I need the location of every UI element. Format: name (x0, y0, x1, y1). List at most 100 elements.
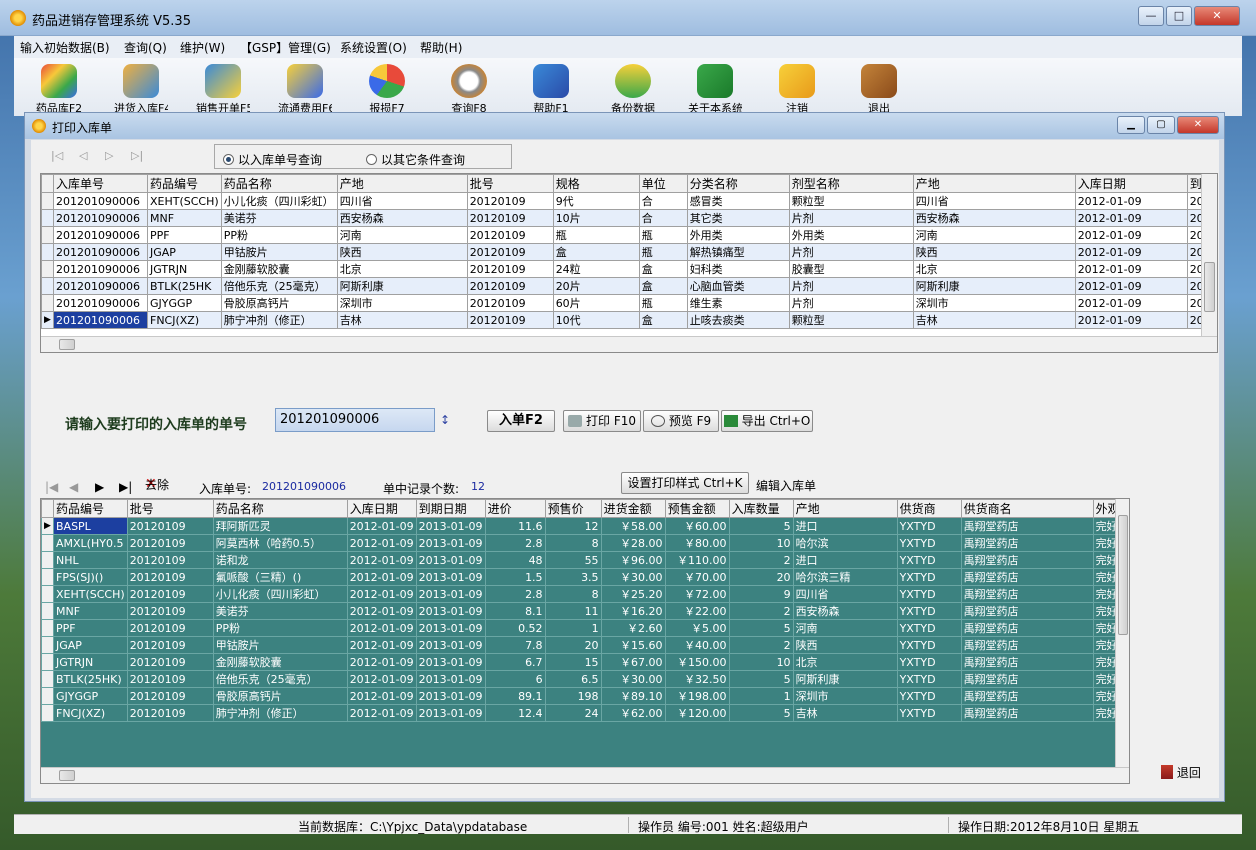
tb-drug-library[interactable]: 药品库F2 (32, 64, 86, 114)
table-cell[interactable]: 15 (544, 653, 602, 671)
table-cell[interactable]: 20120109 (466, 311, 554, 329)
table-cell[interactable]: 2012-01-09 (346, 517, 417, 535)
table-cell[interactable]: 吉林 (792, 704, 898, 722)
table-cell[interactable]: 肺宁冲剂（修正） (212, 704, 348, 722)
spin-arrows-icon[interactable]: ↕ (440, 408, 450, 432)
column-header[interactable]: 药品编号 (53, 499, 128, 518)
table-cell[interactable]: 倍他乐克（25毫克） (220, 277, 338, 295)
table-cell[interactable]: 2012-01-09 (1074, 311, 1188, 329)
table-cell[interactable]: 5 (728, 517, 794, 535)
table-cell[interactable]: 2013-01-09 (415, 704, 486, 722)
table-cell[interactable]: 进口 (792, 551, 898, 569)
column-header[interactable]: 供货商名 (960, 499, 1094, 518)
table-cell[interactable]: 进口 (792, 517, 898, 535)
table-cell[interactable]: 河南 (912, 226, 1076, 244)
table-cell[interactable]: 2012-01-09 (346, 551, 417, 569)
table-cell[interactable]: 20120109 (466, 260, 554, 278)
table-cell[interactable]: YXTYD (896, 653, 962, 671)
preview-button[interactable]: 预览 F9 (643, 410, 719, 432)
table-cell[interactable]: 陕西 (792, 636, 898, 654)
table-cell[interactable]: ￥67.00 (600, 653, 666, 671)
table-cell[interactable]: 四川省 (912, 192, 1076, 210)
table-cell[interactable]: 西安杨森 (336, 209, 468, 227)
minimize-button[interactable]: — (1138, 6, 1164, 26)
table-cell[interactable]: ￥120.00 (664, 704, 730, 722)
table-cell[interactable]: 合 (638, 209, 688, 227)
table-cell[interactable]: 吉林 (336, 311, 468, 329)
table-cell[interactable]: 小儿化痰（四川彩虹） (220, 192, 338, 210)
table-cell[interactable]: 8 (544, 534, 602, 552)
table-cell[interactable]: 阿莫西林（哈药0.5） (212, 534, 348, 552)
lower-hscroll[interactable] (41, 767, 1129, 783)
table-row[interactable]: FNCJ(XZ) 20120109 肺宁冲剂（修正） 2012-01-09 2013-0… (41, 704, 1123, 722)
table-cell[interactable]: 哈尔滨 (792, 534, 898, 552)
table-cell[interactable]: 片剂 (788, 209, 914, 227)
table-cell[interactable]: 深圳市 (792, 687, 898, 705)
ruku-button[interactable]: 入单F2 (487, 410, 555, 432)
tb-logout[interactable]: 注销 (770, 64, 824, 114)
table-cell[interactable]: 2012-01-09 (346, 534, 417, 552)
radio-by-other[interactable]: 以其它条件查询 (366, 151, 465, 168)
table-cell[interactable]: 甲钴胺片 (212, 636, 348, 654)
column-header[interactable]: 预售价 (544, 499, 602, 518)
table-cell[interactable]: 外用类 (788, 226, 914, 244)
table-cell[interactable]: FNCJ(XZ) (53, 704, 128, 722)
table-cell[interactable]: 禹翔堂药店 (960, 585, 1094, 603)
menu-settings[interactable]: 系统设置(O) (340, 39, 407, 56)
column-header[interactable]: 批号 (466, 174, 554, 193)
table-cell[interactable]: YXTYD (896, 619, 962, 637)
menu-query[interactable]: 查询(Q) (124, 39, 167, 56)
table-cell[interactable]: 10代 (552, 311, 640, 329)
table-cell[interactable]: 2 (728, 636, 794, 654)
table-row[interactable]: PPF 20120109 PP粉 2012-01-09 2013-01-09 0.52 1 ￥… (41, 619, 1123, 637)
tb-loss[interactable]: 报损F7 (360, 64, 414, 114)
table-cell[interactable]: 20120109 (126, 551, 214, 569)
table-cell[interactable]: 肺宁冲剂（修正） (220, 311, 338, 329)
table-cell[interactable]: BASPL (53, 517, 128, 535)
table-cell[interactable]: YXTYD (896, 636, 962, 654)
table-cell[interactable]: 10 (728, 534, 794, 552)
tb-about[interactable]: 关于本系统 (688, 64, 742, 114)
column-header[interactable]: 进价 (484, 499, 546, 518)
table-cell[interactable]: ￥150.00 (664, 653, 730, 671)
table-cell[interactable]: 2012-01-09 (1074, 192, 1188, 210)
upper-vscroll[interactable] (1201, 174, 1217, 336)
table-cell[interactable]: 美诺芬 (212, 602, 348, 620)
table-cell[interactable]: 11.6 (484, 517, 546, 535)
table-cell[interactable]: ￥40.00 (664, 636, 730, 654)
table-cell[interactable]: 201201090006 (53, 243, 148, 261)
table-cell[interactable]: 盒 (638, 260, 688, 278)
table-cell[interactable]: YXTYD (896, 568, 962, 586)
nav-prev-icon[interactable]: ◁ (79, 149, 87, 162)
table-cell[interactable]: 2012-01-09 (346, 670, 417, 688)
table-row[interactable]: JGAP 20120109 甲钴胺片 2012-01-09 2013-01-09 7.8 2… (41, 636, 1123, 654)
column-header[interactable]: 入库数量 (728, 499, 794, 518)
table-row[interactable]: GJYGGP 20120109 骨胶原高钙片 2012-01-09 2013-01-09… (41, 687, 1123, 705)
table-row[interactable]: ▶ BASPL 20120109 拜阿斯匹灵 2012-01-09 2013-01-09 1… (41, 517, 1123, 535)
table-cell[interactable]: 四川省 (792, 585, 898, 603)
table-cell[interactable]: 妇科类 (686, 260, 790, 278)
table-cell[interactable]: 西安杨森 (912, 209, 1076, 227)
table-cell[interactable]: BTLK(25HK (147, 277, 222, 295)
table-cell[interactable]: 盒 (638, 311, 688, 329)
export-button[interactable]: 导出 Ctrl+O (721, 410, 813, 432)
table-cell[interactable]: 2013-01-09 (415, 653, 486, 671)
table-cell[interactable]: YXTYD (896, 670, 962, 688)
column-header[interactable]: 药品名称 (220, 174, 338, 193)
table-cell[interactable]: 8.1 (484, 602, 546, 620)
table-cell[interactable]: MNF (147, 209, 222, 227)
menu-init-data[interactable]: 输入初始数据(B) (20, 39, 110, 56)
table-cell[interactable]: 10片 (552, 209, 640, 227)
tb-help[interactable]: 帮助F1 (524, 64, 578, 114)
table-cell[interactable]: YXTYD (896, 517, 962, 535)
table-cell[interactable]: 禹翔堂药店 (960, 619, 1094, 637)
table-cell[interactable]: 禹翔堂药店 (960, 568, 1094, 586)
menu-maintain[interactable]: 维护(W) (180, 39, 225, 56)
table-row[interactable]: BTLK(25HK) 20120109 倍他乐克（25毫克） 2012-01-09 20… (41, 670, 1123, 688)
table-row[interactable]: 201201090006 JGTRJN 金刚藤软胶囊 北京 20120109 24粒盒妇科… (41, 260, 1208, 278)
table-cell[interactable]: 河南 (336, 226, 468, 244)
table-row[interactable]: 201201090006 BTLK(25HK 倍他乐克（25毫克） 阿斯利康 20120… (41, 277, 1208, 295)
table-cell[interactable]: 止咳去痰类 (686, 311, 790, 329)
table-cell[interactable]: JGTRJN (147, 260, 222, 278)
table-cell[interactable]: ￥70.00 (664, 568, 730, 586)
